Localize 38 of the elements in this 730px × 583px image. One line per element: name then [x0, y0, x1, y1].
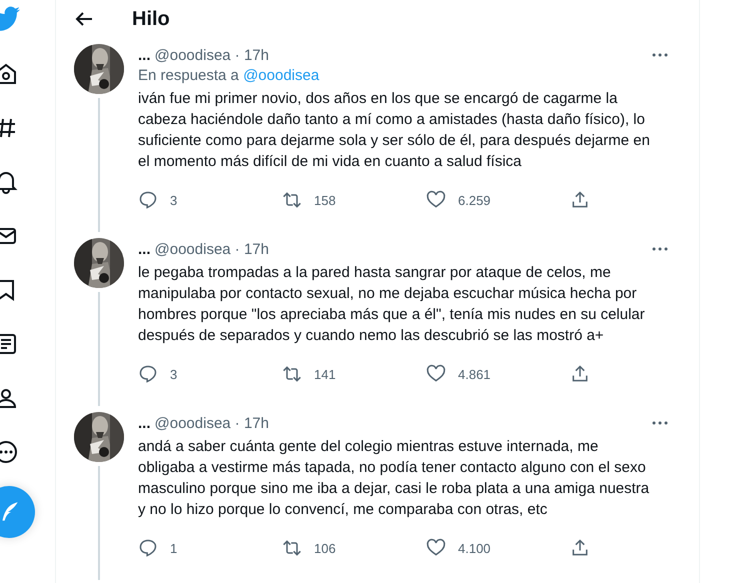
author-handle[interactable]: @ooodisea · 17h	[154, 46, 651, 64]
heart-icon[interactable]	[426, 364, 446, 384]
retweet-icon[interactable]	[282, 190, 302, 210]
reply-count: 3	[170, 192, 178, 208]
heart-icon[interactable]	[426, 190, 446, 210]
reply-icon[interactable]	[138, 364, 158, 384]
tweet-text: andá a saber cuánta gente del colegio mientras estuve internada, me obligaba a vestirme más tapada, no podía tener contacto alguno con el sexo masculino porque sino me iba a dejar, casi le roba plata a una amiga nuestra y no lo hizo porque lo convencí, me comparaba con otras, etc	[138, 437, 650, 520]
retweet-icon[interactable]	[282, 364, 302, 384]
tweet-text: iván fue mi primer novio, dos años en los que se encargó de cagarme la cabeza haciéndole daño tanto a mí como a amistades (hasta daño físico), lo suficiente como para dejarme sola y ser sólo de él, para después dejarme en el momento más difícil de mi vida en cuanto a salud física	[138, 89, 650, 172]
author-name[interactable]: ...	[138, 414, 151, 432]
reply-icon[interactable]	[138, 538, 158, 558]
like-count: 6.259	[458, 192, 491, 208]
page-title: Hilo	[132, 8, 170, 30]
retweet-icon[interactable]	[282, 538, 302, 558]
author-handle[interactable]: @ooodisea · 17h	[154, 414, 651, 432]
tweet-text: le pegaba trompadas a la pared hasta sangrar por ataque de celos, me manipulaba por contacto sexual, no me dejaba escuchar música hecha por hombres porque "los apreciaba más que a él", tenía mis nudes en su celular después de separados y cuando nemo las descubrió se las mostró a+	[138, 263, 646, 346]
retweet-count: 158	[314, 192, 336, 208]
like-count: 4.861	[458, 366, 491, 382]
like-count: 4.100	[458, 540, 491, 556]
retweet-count: 106	[314, 540, 336, 556]
profile-icon[interactable]	[0, 386, 18, 410]
reply-label: En respuesta a	[138, 67, 240, 84]
share-icon[interactable]	[570, 190, 590, 210]
home-icon[interactable]	[0, 62, 18, 86]
author-name[interactable]: ...	[138, 240, 151, 258]
retweet-count: 141	[314, 366, 336, 382]
author-handle[interactable]: @ooodisea · 17h	[154, 240, 651, 258]
list-icon[interactable]	[0, 332, 18, 356]
more-icon[interactable]	[0, 440, 18, 464]
share-icon[interactable]	[570, 538, 590, 558]
hashtag-icon[interactable]	[0, 116, 18, 140]
heart-icon[interactable]	[426, 538, 446, 558]
bell-icon[interactable]	[0, 170, 18, 194]
share-icon[interactable]	[570, 364, 590, 384]
author-name[interactable]: ...	[138, 46, 151, 64]
reply-count: 3	[170, 366, 178, 382]
reply-count: 1	[170, 540, 178, 556]
reply-icon[interactable]	[138, 190, 158, 210]
